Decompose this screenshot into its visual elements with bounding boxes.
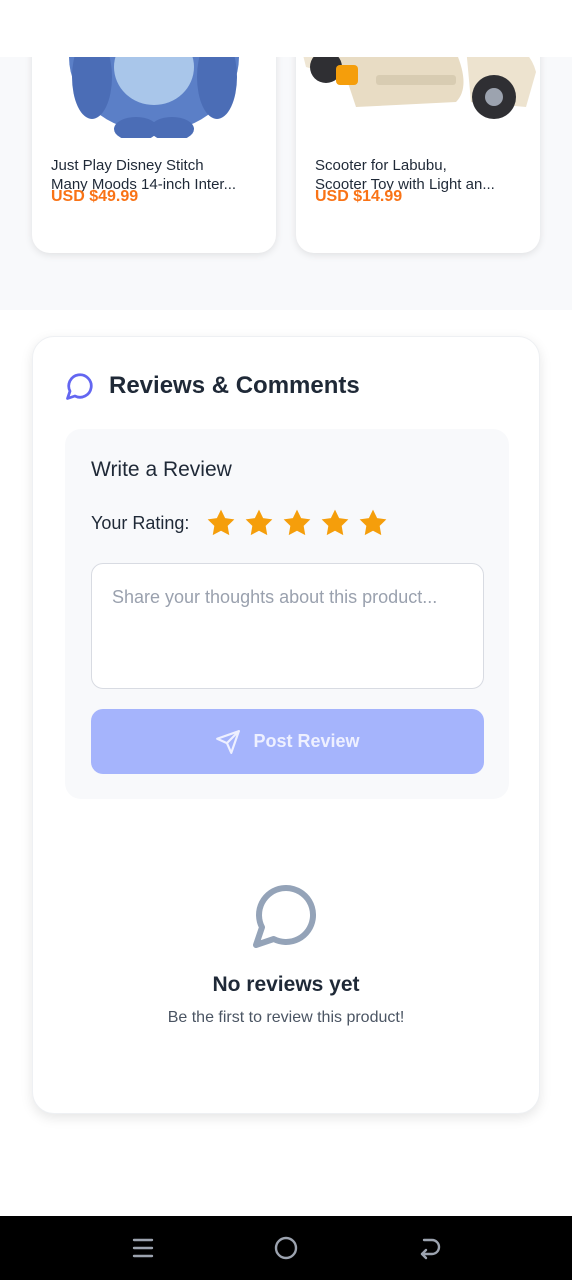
write-review-form: Write a Review Your Rating: Post Review (65, 429, 509, 799)
star-icon[interactable] (205, 507, 237, 539)
empty-reviews-state: No reviews yet Be the first to review th… (33, 879, 539, 1027)
product-card[interactable]: Scooter for Labubu, Scooter Toy with Lig… (296, 27, 540, 253)
post-review-label: Post Review (253, 731, 360, 751)
reviews-card: Reviews & Comments Write a Review Your R… (32, 336, 540, 1114)
review-text-input[interactable] (91, 563, 484, 689)
empty-reviews-title: No reviews yet (212, 973, 360, 996)
back-icon[interactable] (416, 1234, 444, 1262)
comment-icon (65, 371, 95, 401)
rating-row: Your Rating: (91, 507, 395, 539)
related-products-section: Just Play Disney Stitch Many Moods 14-in… (0, 27, 572, 310)
status-bar (0, 0, 572, 57)
system-nav-bar (0, 1216, 572, 1280)
star-icon[interactable] (243, 507, 275, 539)
comment-bubble-icon (250, 879, 322, 951)
reviews-title: Reviews & Comments (109, 372, 360, 399)
send-icon (215, 729, 241, 755)
product-price: USD $49.99 (51, 188, 139, 205)
rating-label: Your Rating: (91, 512, 190, 533)
star-icon[interactable] (319, 507, 351, 539)
star-icon[interactable] (357, 507, 389, 539)
star-icon[interactable] (281, 507, 313, 539)
product-card[interactable]: Just Play Disney Stitch Many Moods 14-in… (32, 27, 276, 253)
post-review-button[interactable]: Post Review (91, 709, 484, 774)
empty-reviews-subtitle: Be the first to review this product! (167, 1009, 405, 1026)
product-price: USD $14.99 (315, 188, 403, 205)
home-icon[interactable] (272, 1234, 300, 1262)
write-review-title: Write a Review (91, 458, 232, 481)
menu-icon[interactable] (129, 1234, 157, 1262)
reviews-header: Reviews & Comments (65, 371, 360, 401)
